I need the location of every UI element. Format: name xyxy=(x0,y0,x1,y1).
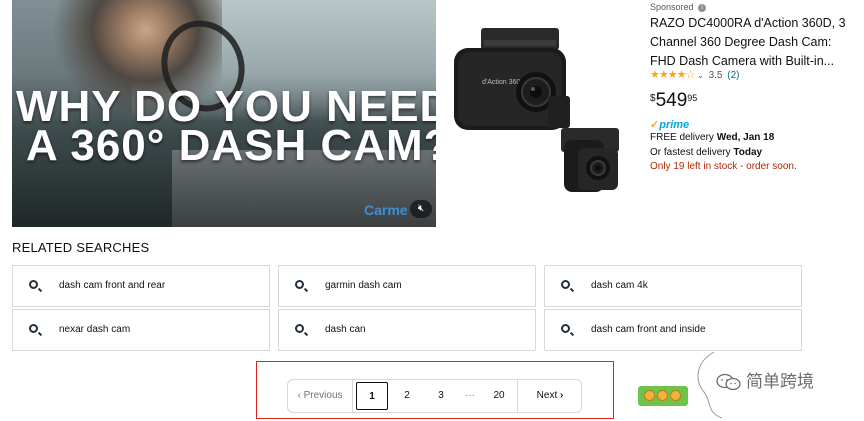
fastest-date: Today xyxy=(733,147,763,158)
search-icon xyxy=(561,280,570,289)
pagination-ellipsis: ··· xyxy=(465,390,475,401)
sponsored-video-ad[interactable]: WHY DO YOU NEED A 360° DASH CAM? Carme 🔇… xyxy=(12,0,858,227)
speaker-muted-icon: 🔇︎ xyxy=(417,203,425,214)
pagination: ‹ Previous 1 2 3 ··· 20 Next › xyxy=(287,379,582,413)
price-symbol: $ xyxy=(650,93,656,104)
price-whole: 549 xyxy=(655,90,688,111)
search-icon xyxy=(29,280,38,289)
rating-value: 3.5 xyxy=(708,70,723,81)
ad-video-player[interactable]: WHY DO YOU NEED A 360° DASH CAM? Carme 🔇… xyxy=(12,0,436,227)
watermark-text: 简单跨境 xyxy=(746,372,814,392)
related-search-item[interactable]: dash cam 4k xyxy=(544,265,802,307)
search-icon xyxy=(29,324,38,333)
related-search-label: dash cam front and inside xyxy=(591,324,706,335)
related-search-label: dash can xyxy=(325,324,366,335)
next-label: Next xyxy=(536,390,558,401)
page-20-button[interactable]: 20 xyxy=(484,380,514,412)
related-search-item[interactable]: nexar dash cam xyxy=(12,309,270,351)
related-search-item[interactable]: dash cam front and inside xyxy=(544,309,802,351)
review-count-link[interactable]: (2) xyxy=(727,70,739,81)
related-search-label: nexar dash cam xyxy=(59,324,131,335)
previous-page-button[interactable]: ‹ Previous xyxy=(288,380,353,412)
prime-check-icon: ✓ xyxy=(650,119,660,131)
fastest-prefix: Or fastest delivery xyxy=(650,147,734,158)
star-rating-icon: ★★★★☆ xyxy=(650,69,695,81)
previous-label: Previous xyxy=(303,390,343,401)
video-brand-logo: Carme xyxy=(364,202,408,218)
delivery-info: FREE delivery Wed, Jan 18 xyxy=(650,132,774,143)
sponsored-text: Sponsored xyxy=(650,2,694,12)
search-icon xyxy=(561,324,570,333)
next-page-button[interactable]: Next › xyxy=(517,380,582,412)
related-search-label: dash cam 4k xyxy=(591,280,648,291)
svg-text:d'Action 360: d'Action 360 xyxy=(482,79,520,86)
emoji-face-icon xyxy=(644,390,655,401)
related-search-label: dash cam front and rear xyxy=(59,280,166,291)
stock-warning: Only 19 left in stock - order soon. xyxy=(650,161,797,172)
chevron-down-icon: ⌄ xyxy=(697,71,704,80)
related-search-label: garmin dash cam xyxy=(325,280,402,291)
info-icon[interactable]: i xyxy=(698,3,707,12)
delivery-date: Wed, Jan 18 xyxy=(716,132,775,143)
prime-badge: ✓prime xyxy=(650,118,689,131)
page-3-button[interactable]: 3 xyxy=(426,380,456,412)
related-search-item[interactable]: dash can xyxy=(278,309,536,351)
related-searches-grid: dash cam front and rear garmin dash cam … xyxy=(12,265,804,352)
page-1-button[interactable]: 1 xyxy=(356,382,388,410)
product-image[interactable]: d'Action 360 xyxy=(436,0,646,227)
related-searches-heading: RELATED SEARCHES xyxy=(12,240,150,255)
wechat-icon xyxy=(716,373,742,391)
video-headline-line2: A 360° DASH CAM? xyxy=(26,121,436,170)
product-price[interactable]: $54995 xyxy=(650,90,697,112)
emoji-face-icon xyxy=(657,390,668,401)
delivery-prefix: FREE delivery xyxy=(650,132,717,143)
dash-cam-image: d'Action 360 xyxy=(454,28,619,192)
prime-text: prime xyxy=(659,119,690,131)
related-search-item[interactable]: garmin dash cam xyxy=(278,265,536,307)
wechat-watermark: 简单跨境 xyxy=(716,367,814,392)
price-fraction: 95 xyxy=(687,93,698,103)
search-icon xyxy=(295,324,304,333)
chevron-right-icon: › xyxy=(557,390,564,401)
search-icon xyxy=(295,280,304,289)
sponsored-label[interactable]: Sponsored i xyxy=(650,2,707,12)
mute-button[interactable]: 🔇︎ xyxy=(410,200,432,218)
related-search-item[interactable]: dash cam front and rear xyxy=(12,265,270,307)
fastest-delivery-info: Or fastest delivery Today xyxy=(650,147,762,158)
product-title-link[interactable]: RAZO DC4000RA d'Action 360D, 3 Channel 3… xyxy=(650,14,856,71)
page-2-button[interactable]: 2 xyxy=(392,380,422,412)
product-rating[interactable]: ★★★★☆ ⌄ 3.5 (2) xyxy=(650,68,740,81)
